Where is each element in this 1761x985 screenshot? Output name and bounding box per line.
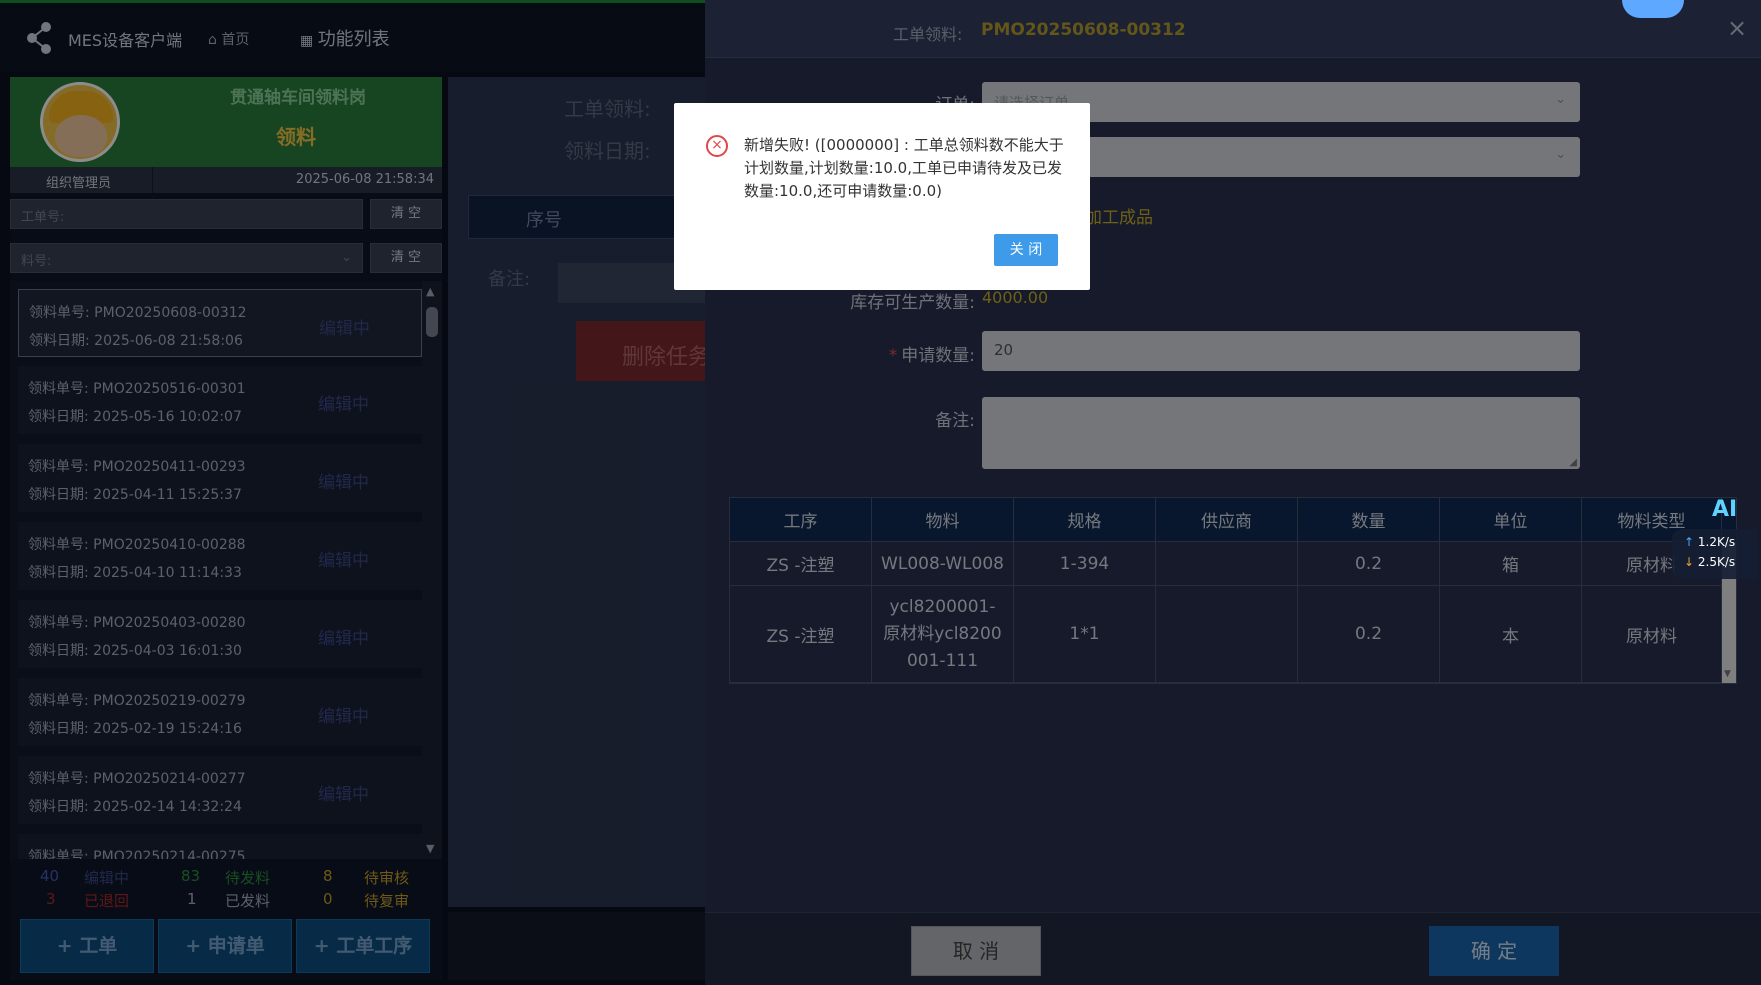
- arrow-up-icon: ↑: [1684, 535, 1695, 549]
- error-icon: ×: [706, 135, 728, 157]
- download-speed: ↓ 2.5K/s: [1684, 555, 1736, 569]
- arrow-down-icon: ↓: [1684, 555, 1695, 569]
- ai-badge[interactable]: AI: [1712, 497, 1737, 522]
- network-speed-widget[interactable]: ↑ 1.2K/s ↓ 2.5K/s: [1672, 529, 1758, 579]
- upload-speed: ↑ 1.2K/s: [1684, 535, 1736, 549]
- error-dialog: × 新增失败! ([0000000] : 工单总领料数不能大于计划数量,计划数量…: [674, 103, 1090, 290]
- dialog-close-button[interactable]: 关 闭: [994, 234, 1058, 266]
- top-ornament-icon: [1622, 0, 1684, 18]
- error-message: 新增失败! ([0000000] : 工单总领料数不能大于计划数量,计划数量:1…: [744, 136, 1064, 200]
